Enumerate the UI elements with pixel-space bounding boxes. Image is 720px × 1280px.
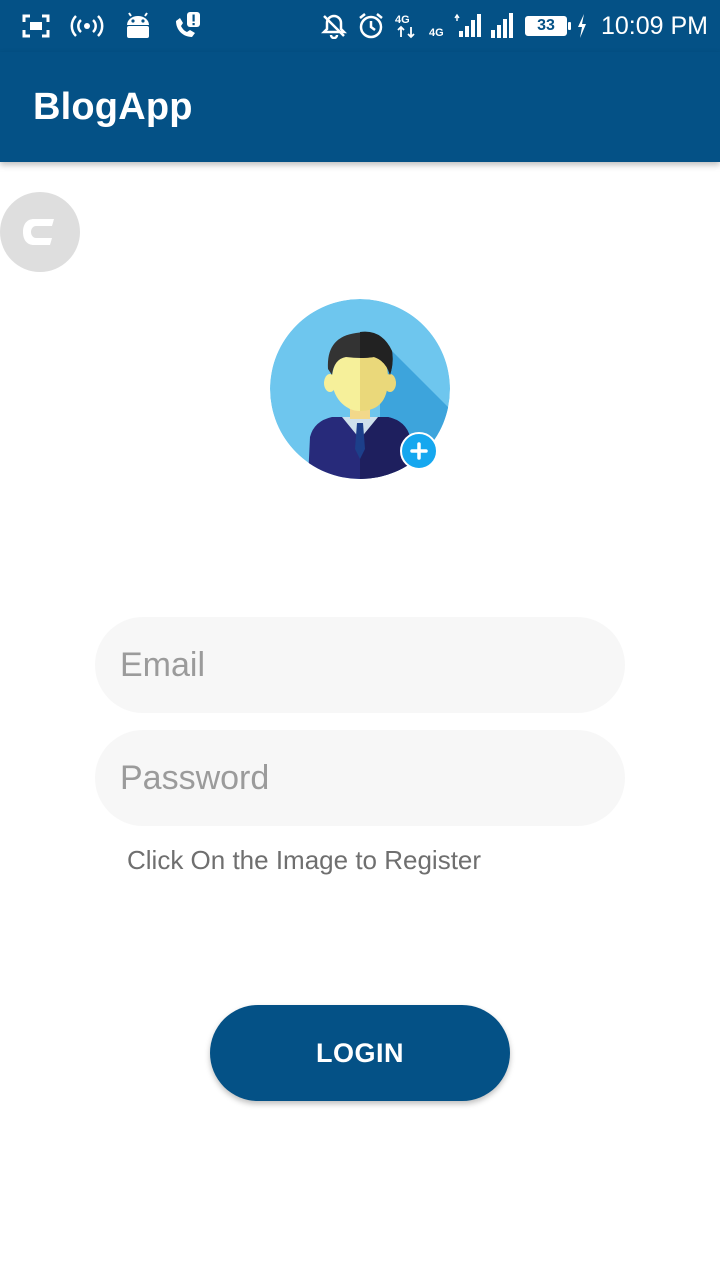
add-photo-button[interactable] xyxy=(400,432,438,470)
bell-off-icon xyxy=(320,13,347,39)
hotspot-icon xyxy=(70,14,104,38)
app-title: BlogApp xyxy=(33,86,193,128)
svg-text:4G: 4G xyxy=(429,27,444,39)
email-field[interactable] xyxy=(95,617,625,713)
charging-icon xyxy=(577,14,587,38)
plus-icon xyxy=(410,442,428,460)
c-logo-icon xyxy=(23,219,54,245)
login-button[interactable]: LOGIN xyxy=(210,1005,510,1101)
signal-icon: 4G xyxy=(429,11,481,41)
svg-text:4G: 4G xyxy=(395,14,410,26)
status-bar-right: 4G 4G 33 10:09 PM xyxy=(320,0,708,52)
call-alert-icon xyxy=(172,11,202,41)
alarm-icon xyxy=(357,12,385,40)
data-arrows-icon: 4G xyxy=(395,11,419,41)
battery-icon: 33 xyxy=(524,16,571,36)
login-screen: 4G 4G 33 10:09 PM BlogApp Email Click On… xyxy=(0,0,720,1280)
password-field[interactable] xyxy=(95,730,625,826)
app-bar: BlogApp xyxy=(0,52,720,162)
floating-c-button[interactable] xyxy=(0,192,80,272)
status-time: 10:09 PM xyxy=(600,11,708,40)
battery-level: 33 xyxy=(537,17,555,34)
signal-icon xyxy=(490,12,515,40)
register-hint[interactable]: Click On the Image to Register xyxy=(127,845,481,876)
screenshot-icon xyxy=(22,14,50,38)
status-bar-left xyxy=(22,0,202,52)
android-icon xyxy=(124,12,152,40)
status-bar: 4G 4G 33 10:09 PM xyxy=(0,0,720,52)
